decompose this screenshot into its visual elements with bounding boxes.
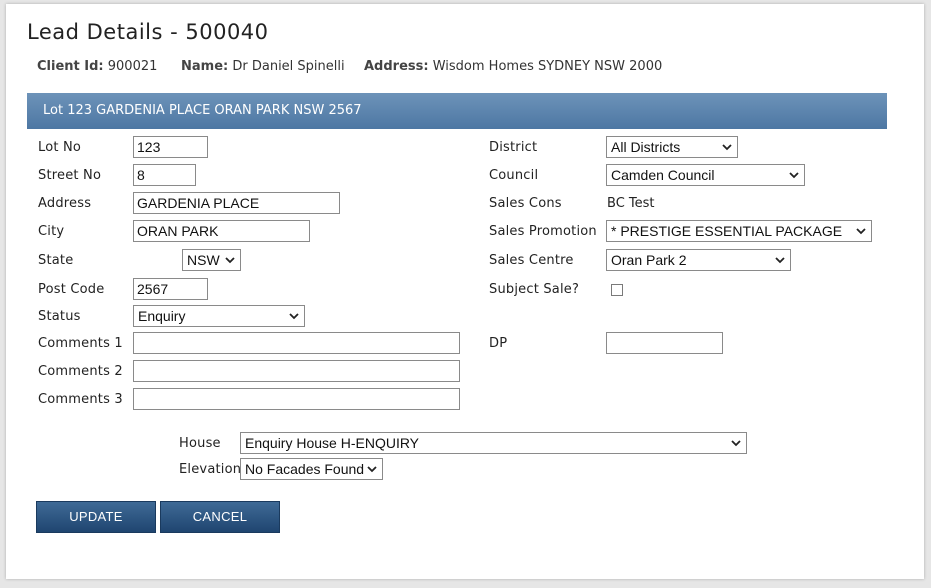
client-id-label: Client Id: (37, 59, 104, 74)
comments-1-label: Comments 1 (38, 336, 123, 351)
house-select-value: Enquiry House H-ENQUIRY (245, 435, 420, 451)
state-label: State (38, 253, 74, 268)
sales-promotion-select[interactable]: * PRESTIGE ESSENTIAL PACKAGE (606, 220, 872, 242)
lot-no-label: Lot No (38, 140, 82, 155)
chevron-down-icon (722, 144, 732, 151)
house-label: House (179, 436, 221, 451)
house-select[interactable]: Enquiry House H-ENQUIRY (240, 432, 747, 454)
name-label: Name: (181, 59, 229, 74)
status-select-value: Enquiry (138, 308, 186, 324)
elevation-select[interactable]: No Facades Found (240, 458, 383, 480)
client-id-summary: Client Id: 900021 (37, 59, 157, 74)
chevron-down-icon (225, 257, 235, 264)
street-no-label: Street No (38, 168, 102, 183)
post-code-label: Post Code (38, 282, 105, 297)
client-id-value: 900021 (107, 59, 158, 74)
council-select[interactable]: Camden Council (606, 164, 805, 186)
comments-3-label: Comments 3 (38, 392, 123, 407)
state-select[interactable]: NSW (182, 249, 241, 271)
status-select[interactable]: Enquiry (133, 305, 305, 327)
cancel-button[interactable]: CANCEL (160, 501, 280, 533)
chevron-down-icon (289, 313, 299, 320)
update-button[interactable]: UPDATE (36, 501, 156, 533)
comments-1-input[interactable] (133, 332, 460, 354)
lot-no-input[interactable]: 123 (133, 136, 208, 158)
status-label: Status (38, 309, 81, 324)
chevron-down-icon (731, 440, 741, 447)
subject-sale-label: Subject Sale? (489, 282, 580, 297)
post-code-input[interactable]: 2567 (133, 278, 208, 300)
chevron-down-icon (775, 257, 785, 264)
council-select-value: Camden Council (611, 167, 715, 183)
name-value: Dr Daniel Spinelli (232, 59, 345, 74)
elevation-select-value: No Facades Found (245, 461, 365, 477)
comments-2-label: Comments 2 (38, 364, 123, 379)
street-no-input[interactable]: 8 (133, 164, 196, 186)
sales-cons-label: Sales Cons (489, 196, 562, 211)
chevron-down-icon (856, 228, 866, 235)
district-label: District (489, 140, 538, 155)
dp-input[interactable] (606, 332, 723, 354)
dp-label: DP (489, 336, 508, 351)
sales-centre-select[interactable]: Oran Park 2 (606, 249, 791, 271)
state-select-value: NSW (187, 252, 220, 268)
sales-centre-select-value: Oran Park 2 (611, 252, 687, 268)
address-input[interactable]: GARDENIA PLACE (133, 192, 340, 214)
elevation-label: Elevation (179, 462, 242, 477)
sales-promotion-select-value: * PRESTIGE ESSENTIAL PACKAGE (611, 223, 843, 239)
comments-2-input[interactable] (133, 360, 460, 382)
address-summary: Address: Wisdom Homes SYDNEY NSW 2000 (364, 59, 662, 74)
district-select[interactable]: All Districts (606, 136, 738, 158)
chevron-down-icon (789, 172, 799, 179)
name-summary: Name: Dr Daniel Spinelli (181, 59, 345, 74)
chevron-down-icon (367, 466, 377, 473)
address-label: Address: (364, 59, 429, 74)
council-label: Council (489, 168, 539, 183)
address-field-label: Address (38, 196, 92, 211)
sales-promotion-label: Sales Promotion (489, 224, 597, 239)
lot-section-header: Lot 123 GARDENIA PLACE ORAN PARK NSW 256… (27, 93, 887, 129)
address-value: Wisdom Homes SYDNEY NSW 2000 (432, 59, 663, 74)
subject-sale-checkbox[interactable] (611, 284, 623, 296)
city-label: City (38, 224, 65, 239)
sales-centre-label: Sales Centre (489, 253, 574, 268)
page-title: Lead Details - 500040 (27, 20, 269, 44)
city-input[interactable]: ORAN PARK (133, 220, 310, 242)
comments-3-input[interactable] (133, 388, 460, 410)
district-select-value: All Districts (611, 139, 681, 155)
sales-cons-value: BC Test (607, 196, 655, 211)
